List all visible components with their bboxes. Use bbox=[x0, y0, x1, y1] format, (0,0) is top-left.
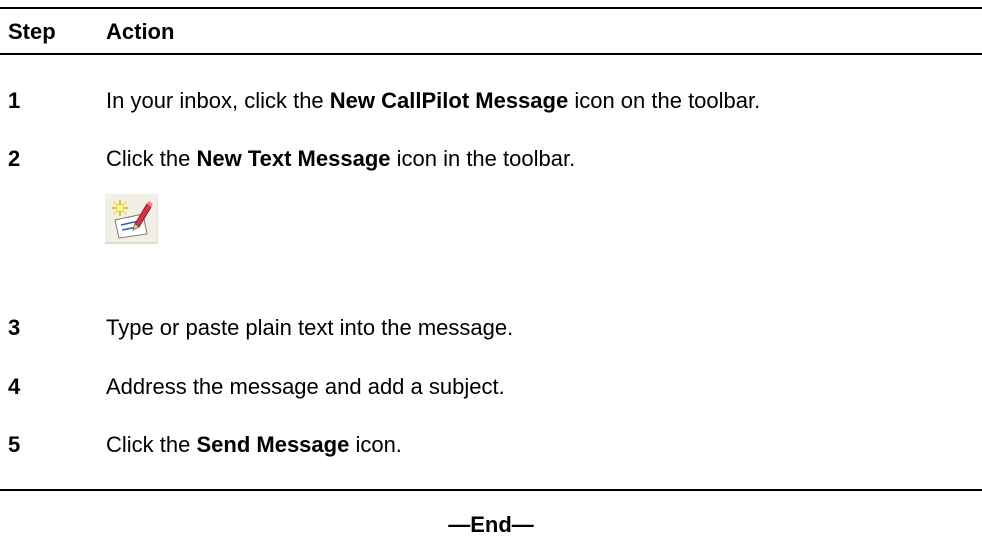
table-top-rule bbox=[0, 7, 982, 9]
new-text-message-icon-graphic bbox=[112, 200, 153, 239]
table-bottom-rule bbox=[0, 489, 982, 491]
step-number: 4 bbox=[8, 374, 21, 399]
header-action: Action bbox=[106, 19, 175, 44]
step-action: Address the message and add a subject. bbox=[106, 374, 505, 399]
action-emphasis: Send Message bbox=[196, 432, 350, 457]
end-label: —End— bbox=[448, 512, 534, 537]
step-action: Click the New Text Message icon in the t… bbox=[106, 145, 575, 173]
action-text: In your inbox, click the bbox=[106, 88, 330, 113]
new-text-message-icon[interactable] bbox=[105, 194, 158, 244]
step-action: In your inbox, click the New CallPilot M… bbox=[106, 87, 760, 115]
header-rule bbox=[0, 53, 982, 55]
action-text: Click the bbox=[106, 432, 197, 457]
step-number: 1 bbox=[8, 88, 21, 113]
header-step: Step bbox=[8, 19, 56, 44]
sparkle-icon bbox=[112, 200, 128, 216]
action-emphasis: New CallPilot Message bbox=[329, 88, 569, 113]
step-action: Type or paste plain text into the messag… bbox=[106, 315, 514, 340]
action-text: icon on the toolbar. bbox=[568, 88, 761, 113]
action-text: icon. bbox=[349, 432, 402, 457]
step-number: 2 bbox=[8, 146, 21, 171]
action-emphasis: New Text Message bbox=[196, 146, 391, 171]
action-text: icon in the toolbar. bbox=[390, 146, 576, 171]
action-text: Click the bbox=[106, 146, 197, 171]
step-action: Click the Send Message icon. bbox=[106, 431, 402, 459]
step-number: 5 bbox=[8, 432, 21, 457]
step-number: 3 bbox=[8, 315, 21, 340]
